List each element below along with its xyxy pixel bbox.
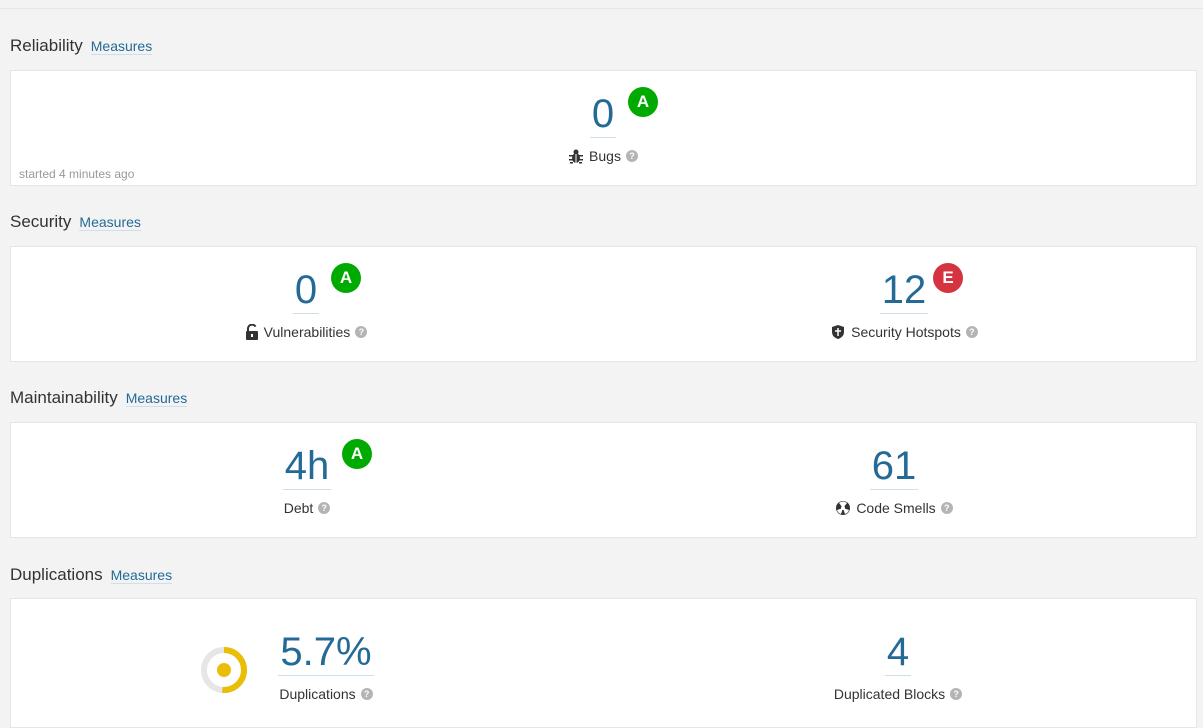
help-icon[interactable]: ? [318,502,331,514]
panel-maintainability: 4h A Debt ? 61 Code Smells ? [10,422,1197,538]
debt-rating-badge[interactable]: A [342,439,372,469]
top-border [0,8,1203,9]
measures-link-maintainability[interactable]: Measures [125,390,188,408]
smell-icon [835,500,851,516]
code-smells-label: Code Smells [856,500,936,516]
measures-link-duplications[interactable]: Measures [110,567,173,585]
vulnerabilities-label: Vulnerabilities [263,324,351,340]
help-icon[interactable]: ? [940,502,953,514]
lock-icon [245,324,259,340]
panel-reliability: 0 A Bugs ? started 4 minutes ago [10,70,1197,186]
vulnerabilities-label-row: Vulnerabilities ? [231,324,381,340]
duplicated-blocks-value[interactable]: 4 [884,629,912,676]
vulnerabilities-rating-badge[interactable]: A [331,263,361,293]
duplicated-blocks-label: Duplicated Blocks [833,686,946,702]
metric-debt: 4h A Debt ? [257,439,372,516]
bugs-rating-badge[interactable]: A [628,87,658,117]
section-title-security: Security Measures [10,212,141,232]
hotspots-label-row: Security Hotspots ? [809,324,999,340]
section-title-text: Reliability [10,36,83,55]
section-title-text: Maintainability [10,388,118,407]
section-title-maintainability: Maintainability Measures [10,388,188,408]
metric-duplications: 5.7% Duplications ? [261,629,391,702]
duplications-label-row: Duplications ? [261,686,391,702]
section-title-text: Security [10,212,72,231]
panel-security: 0 A Vulnerabilities ? 12 E Security Hots… [10,246,1197,362]
analysis-started-text: started 4 minutes ago [19,167,135,181]
bugs-label: Bugs [589,148,621,164]
duplications-value[interactable]: 5.7% [278,629,374,676]
metric-code-smells: 61 Code Smells ? [819,443,969,516]
section-title-duplications: Duplications Measures [10,565,173,585]
bug-icon [568,148,584,164]
hotspots-value[interactable]: 12 [879,267,929,314]
help-icon[interactable]: ? [355,326,368,338]
hotspots-rating-badge[interactable]: E [933,263,963,293]
vulnerabilities-value[interactable]: 0 [292,267,320,314]
measures-link-reliability[interactable]: Measures [90,38,153,56]
metric-duplicated-blocks: 4 Duplicated Blocks ? [823,629,973,702]
measures-link-security[interactable]: Measures [79,214,141,232]
help-icon[interactable]: ? [950,688,963,700]
duplicated-blocks-label-row: Duplicated Blocks ? [823,686,973,702]
hotspots-label: Security Hotspots [851,324,961,340]
debt-value[interactable]: 4h [282,443,332,490]
bugs-label-row: Bugs ? [551,148,655,164]
duplications-donut-chart[interactable] [199,645,249,695]
help-icon[interactable]: ? [625,150,638,162]
duplications-label: Duplications [279,686,356,702]
panel-duplications: 5.7% Duplications ? 4 Duplicated Blocks … [10,598,1197,728]
section-title-reliability: Reliability Measures [10,36,153,56]
metric-security-hotspots: 12 E Security Hotspots ? [809,263,999,340]
bugs-value[interactable]: 0 [589,91,617,138]
debt-label: Debt [283,500,314,516]
section-title-text: Duplications [10,565,103,584]
metric-vulnerabilities: 0 A Vulnerabilities ? [231,263,381,340]
debt-label-row: Debt ? [257,500,357,516]
help-icon[interactable]: ? [965,326,978,338]
shield-icon [830,324,846,340]
metric-bugs: 0 A Bugs ? [551,87,658,164]
help-icon[interactable]: ? [360,688,373,700]
code-smells-value[interactable]: 61 [869,443,919,490]
code-smells-label-row: Code Smells ? [819,500,969,516]
